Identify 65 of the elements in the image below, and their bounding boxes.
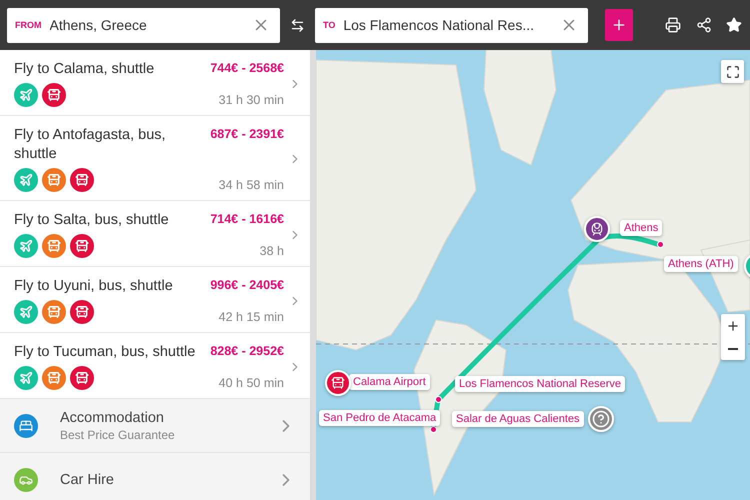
bus-icon — [42, 234, 66, 258]
route-option[interactable]: Fly to Calama, shuttle 744€ - 2568€ 31 h 30 min — [0, 50, 310, 116]
route-option[interactable]: Fly to Salta, bus, shuttle 714€ - 1616€ 38 h — [0, 201, 310, 267]
bus-icon — [70, 366, 94, 390]
bus-icon — [42, 300, 66, 324]
place-label[interactable]: Athens (ATH) — [664, 256, 738, 272]
route-duration: 38 h — [260, 244, 284, 258]
service-title: Accommodation — [60, 410, 165, 426]
place-label[interactable]: Salar de Aguas Calientes — [452, 411, 584, 427]
service-option[interactable]: Car Hire — [0, 453, 310, 500]
origin-input[interactable]: Athens, Greece — [50, 17, 244, 33]
place-label[interactable]: San Pedro de Atacama — [319, 410, 440, 426]
plane-icon — [14, 168, 38, 192]
route-price: 996€ - 2405€ — [210, 277, 284, 294]
print-icon[interactable] — [665, 17, 681, 33]
plus-icon — [726, 318, 740, 332]
route-duration: 40 h 50 min — [218, 376, 284, 390]
car-icon — [14, 468, 38, 492]
route-price: 828€ - 2952€ — [210, 343, 284, 360]
plane-icon — [14, 83, 38, 107]
question-icon[interactable] — [588, 406, 614, 432]
route-title: Fly to Antofagasta, bus, shuttle — [14, 126, 167, 164]
bus-icon — [42, 366, 66, 390]
bus-icon[interactable] — [325, 370, 351, 396]
bus-icon — [42, 83, 66, 107]
bus-icon — [70, 168, 94, 192]
bus-icon — [70, 234, 94, 258]
field-tag: FROM — [15, 20, 42, 30]
route-price: 687€ - 2391€ — [210, 126, 284, 143]
place-label[interactable]: Calama Airport — [349, 374, 430, 390]
route-duration: 34 h 58 min — [218, 178, 284, 192]
destination-input[interactable]: Los Flamencos National Res... — [343, 17, 552, 33]
plane-icon — [14, 300, 38, 324]
share-icon[interactable] — [696, 17, 712, 33]
route-title: Fly to Tucuman, bus, shuttle — [14, 343, 196, 362]
place-label[interactable]: Athens — [620, 220, 662, 236]
service-option[interactable]: Accommodation Best Price Guarantee — [0, 399, 310, 453]
route-duration: 31 h 30 min — [218, 93, 284, 107]
route-title: Fly to Uyuni, bus, shuttle — [14, 277, 173, 296]
route-duration: 42 h 15 min — [218, 310, 284, 324]
route-option[interactable]: Fly to Antofagasta, bus, shuttle 687€ - 2391€ 34 h 58 min — [0, 116, 310, 201]
route-option[interactable]: Fly to Tucuman, bus, shuttle 828€ - 2952€ 40 h 50 min — [0, 333, 310, 399]
route-option[interactable]: Fly to Uyuni, bus, shuttle 996€ - 2405€ 42 h 15 min — [0, 267, 310, 333]
fullscreen-icon — [726, 64, 740, 78]
field-tag: TO — [323, 20, 336, 30]
plane-icon — [14, 234, 38, 258]
minus-icon — [728, 348, 738, 350]
service-title: Car Hire — [60, 472, 115, 488]
place-label[interactable]: Los Flamencos National Reserve — [455, 376, 626, 392]
map-background[interactable]: Athens Athens (ATH) Calama Airport Los Flamencos National Reserve San Pedro de Atacama Salar de Aguas Calientes — [316, 50, 750, 500]
swap-icon[interactable] — [290, 18, 305, 32]
destination-field[interactable]: TO Los Flamencos National Res... — [315, 8, 588, 42]
bed-icon — [14, 414, 38, 438]
star-icon[interactable] — [726, 17, 742, 33]
plane-icon — [14, 366, 38, 390]
route-title: Fly to Calama, shuttle — [14, 60, 154, 79]
add-button[interactable] — [605, 9, 633, 41]
bus-icon — [42, 168, 66, 192]
route-title: Fly to Salta, bus, shuttle — [14, 211, 169, 230]
fullscreen-button[interactable] — [721, 60, 744, 83]
route-price: 714€ - 1616€ — [210, 211, 284, 228]
bus-icon — [70, 300, 94, 324]
route-price: 744€ - 2568€ — [210, 60, 284, 77]
service-subtitle: Best Price Guarantee — [60, 428, 176, 442]
origin-field[interactable]: FROM Athens, Greece — [7, 8, 280, 42]
